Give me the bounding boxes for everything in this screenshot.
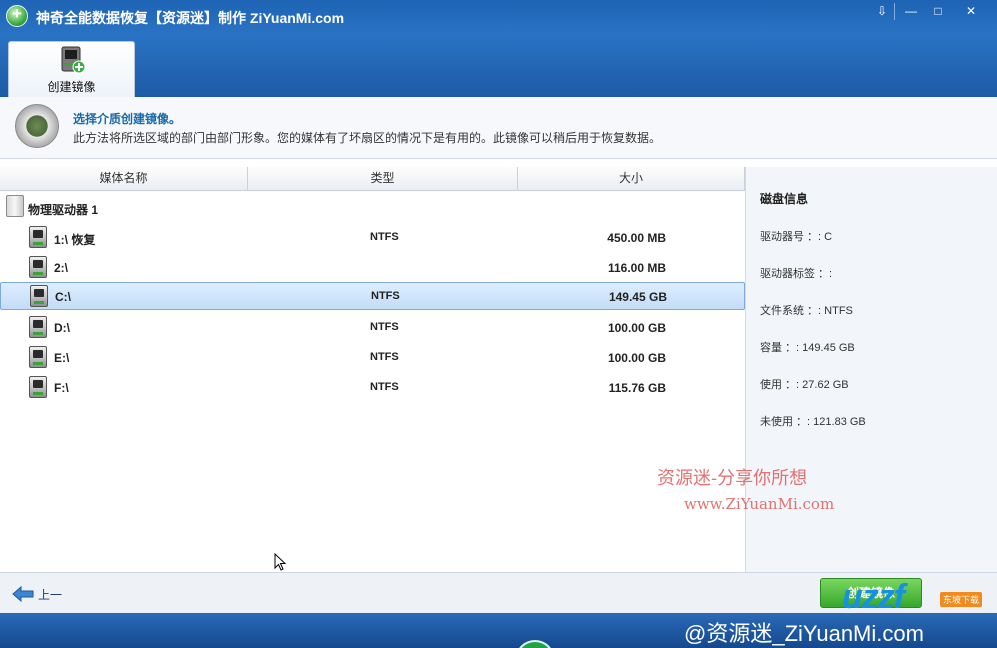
watermark-slogan: 资源迷-分享你所想 [657, 468, 808, 489]
uzzf-watermark: uzzf 东坡下载 [820, 578, 990, 634]
drive-name: 1:\ 恢复 [54, 233, 96, 247]
uzzf-logo: uzzf [842, 578, 905, 616]
drive-icon [29, 346, 47, 368]
back-label: 上一 [38, 588, 63, 602]
drive-name: D:\ [54, 321, 70, 335]
column-header-name[interactable]: 媒体名称 [0, 167, 248, 191]
tab-create-image[interactable]: 创建镜像 [8, 41, 135, 97]
drive-type: NTFS [370, 321, 399, 333]
mouse-cursor-icon [274, 553, 286, 571]
drive-type: NTFS [370, 231, 399, 243]
tab-label: 创建镜像 [47, 80, 96, 94]
drive-size: 450.00 MB [607, 231, 666, 245]
disk-info-title: 磁盘信息 [760, 192, 809, 206]
drive-name: 2:\ [54, 261, 69, 275]
watermark-url: www.ZiYuanMi.com [684, 495, 835, 513]
window-title: 神奇全能数据恢复【资源迷】制作 ZiYuanMi.com [36, 10, 345, 26]
drive-name: E:\ [54, 351, 70, 365]
capacity-info: 容量 ：: 149.45 GB [760, 342, 855, 354]
info-description: 此方法将所选区域的部门由部门形象。您的媒体有了坏扇区的情况下是有用的。此镜像可以… [73, 131, 662, 145]
drive-icon [29, 376, 47, 398]
table-row[interactable]: E:\ NTFS 100.00 GB [0, 343, 745, 371]
minimize-button[interactable]: — [900, 3, 922, 20]
drive-size: 149.45 GB [608, 290, 667, 304]
drive-size: 100.00 GB [607, 321, 666, 335]
info-header: 选择介质创建镜像。 此方法将所选区域的部门由部门形象。您的媒体有了坏扇区的情况下… [0, 97, 997, 159]
drive-type: NTFS [370, 351, 399, 363]
column-header-size[interactable]: 大小 [518, 167, 745, 191]
table-row[interactable]: 1:\ 恢复 NTFS 450.00 MB [0, 223, 745, 251]
drive-size: 100.00 GB [607, 351, 666, 365]
drive-type: NTFS [371, 290, 400, 302]
drive-icon [29, 226, 47, 248]
window-button-divider [894, 3, 895, 20]
drive-name: F:\ [54, 381, 69, 395]
used-info: 使用 ：: 27.62 GB [760, 379, 849, 391]
table-row[interactable]: F:\ NTFS 115.76 GB [0, 373, 745, 401]
app-logo-icon [6, 4, 28, 27]
download-icon[interactable]: ⇩ [871, 3, 893, 20]
table-row[interactable]: 2:\ 116.00 MB [0, 253, 745, 281]
disk-image-icon [61, 46, 85, 74]
drive-label-info: 驱动器标签 ：: [760, 268, 833, 280]
drive-size: 115.76 GB [608, 381, 666, 395]
hard-disk-icon [6, 195, 24, 217]
drive-icon [30, 285, 48, 307]
table-row[interactable]: D:\ NTFS 100.00 GB [0, 313, 745, 341]
maximize-button[interactable]: □ [927, 3, 949, 20]
drive-size: 116.00 MB [607, 261, 666, 275]
column-header-type[interactable]: 类型 [248, 167, 518, 191]
wizard-step-icon [15, 104, 59, 148]
drive-icon [29, 256, 47, 278]
group-label: 物理驱动器 1 [28, 203, 99, 217]
title-bar: 神奇全能数据恢复【资源迷】制作 ZiYuanMi.com ⇩ — □ ✕ 创建镜… [0, 0, 997, 97]
media-list: 媒体名称 类型 大小 物理驱动器 1 1:\ 恢复 NTFS 450.00 MB… [0, 167, 746, 572]
info-title: 选择介质创建镜像。 [73, 112, 182, 126]
free-info: 未使用 ：: 121.83 GB [760, 416, 866, 428]
file-system-info: 文件系统 ：: NTFS [760, 305, 853, 317]
status-orb-icon [515, 640, 555, 648]
drive-letter-info: 驱动器号 ：: C [760, 231, 833, 243]
close-button[interactable]: ✕ [960, 3, 982, 20]
uzzf-badge: 东坡下载 [940, 592, 983, 607]
drive-name: C:\ [55, 290, 71, 304]
drive-icon [29, 316, 47, 338]
back-arrow-icon [12, 586, 34, 602]
drive-type: NTFS [370, 381, 399, 393]
table-row-selected[interactable]: C:\ NTFS 149.45 GB [0, 282, 745, 310]
